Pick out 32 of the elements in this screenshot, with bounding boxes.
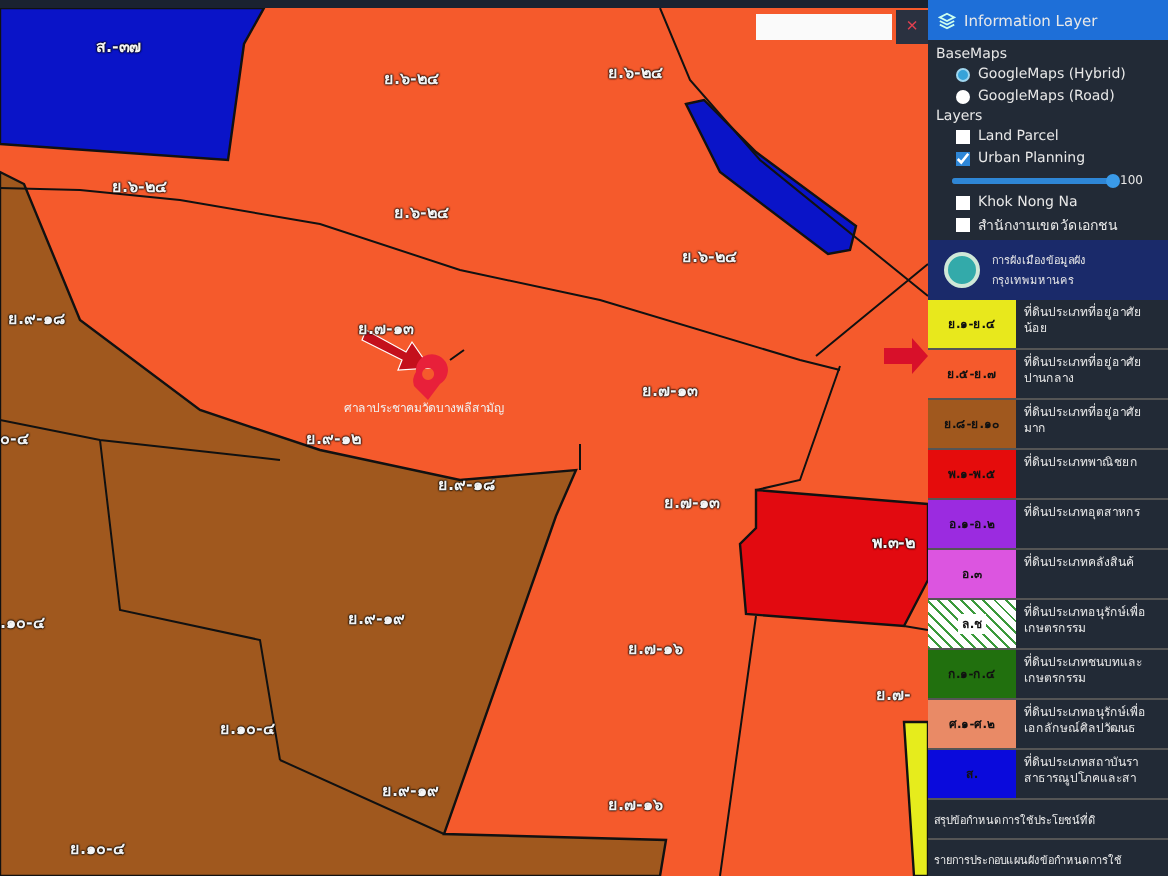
zone-code-label: ย.๗- [876,686,911,706]
checkbox[interactable] [956,151,970,165]
zone-code-label: ส.-๓๗ [96,38,141,58]
checkbox[interactable] [956,217,970,231]
zone-code-label: ย.๖-๒๔ [608,64,663,84]
zone-code-label: ย.๖-๒๔ [682,248,737,268]
arrow-icon [884,338,928,374]
checkbox[interactable] [956,195,970,209]
zone-code-label: ย.๙-๑๘ [8,310,65,330]
zone-code-label: ย.๑๐-๔ [70,840,125,860]
zone-code-label: ๐-๔ [0,430,29,450]
zone-code-label: ย.๙-๑๙ [382,782,439,802]
radio-button[interactable] [956,67,970,81]
zone-code-label: ย.๗-๑๓ [664,494,719,514]
zone-code-label: .๑๐-๔ [0,614,45,634]
zone-code-label: ย.๑๐-๔ [220,720,275,740]
seal-icon [944,252,980,288]
zone-code-label: ย.๗-๑๓ [642,382,697,402]
checkbox[interactable] [956,129,970,143]
zone-code-label: ย.๗-๑๓ [358,320,413,340]
zone-code-label: ย.๖-๒๔ [394,204,449,224]
zone-code-label: พ.๓-๒ [872,534,915,554]
zone-code-label: ย.๙-๑๘ [438,476,495,496]
zone-code-label: ย.๙-๑๒ [306,430,361,450]
zone-code-label: ย.๖-๒๔ [384,70,439,90]
layers-icon [938,11,956,29]
search-field[interactable] [756,14,892,40]
zone-code-label: ย.๗-๑๖ [608,796,663,816]
zone-code-label: ย.๖-๒๔ [112,178,167,198]
zone-code-label: ย.๙-๑๙ [348,610,405,630]
slider-thumb[interactable] [1106,173,1120,187]
zone-code-label: ย.๗-๑๖ [628,640,683,660]
